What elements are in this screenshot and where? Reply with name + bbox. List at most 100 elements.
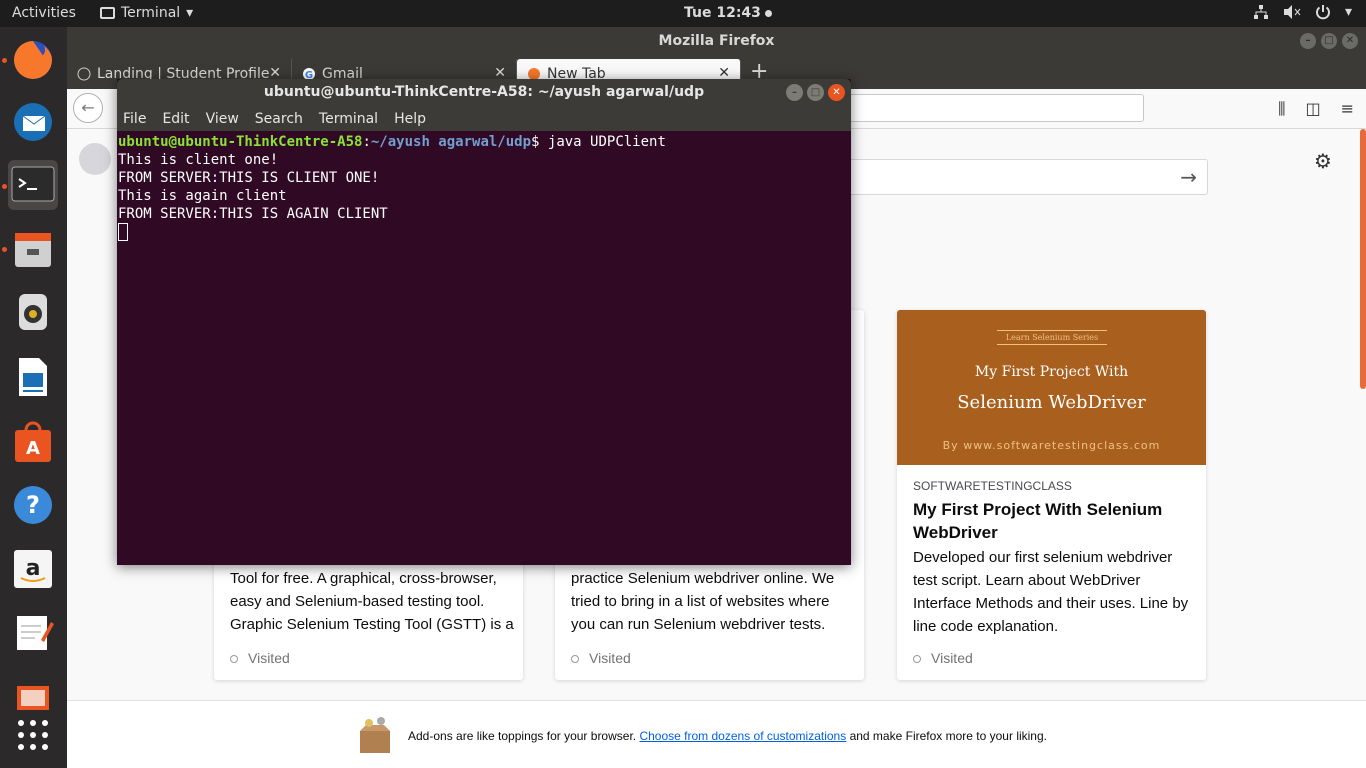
terminal-icon bbox=[11, 166, 55, 202]
menu-file[interactable]: File bbox=[123, 111, 146, 127]
app-menu[interactable]: Terminal ▾ bbox=[100, 5, 193, 21]
svg-text:a: a bbox=[26, 556, 41, 581]
visited-text: Visited bbox=[248, 650, 290, 666]
highlight-card[interactable]: Learn Selenium Series My First Project W… bbox=[897, 310, 1206, 680]
help-launcher[interactable]: ? bbox=[8, 480, 58, 530]
menu-edit[interactable]: Edit bbox=[162, 111, 189, 127]
hamburger-menu-icon[interactable]: ≡ bbox=[1341, 99, 1354, 119]
window-controls: – □ ✕ bbox=[786, 84, 845, 101]
prompt-command: $ java UDPClient bbox=[531, 134, 666, 150]
prompt-path: ~/ayush agarwal/udp bbox=[370, 134, 532, 150]
sidebar-icon[interactable]: ◫ bbox=[1305, 99, 1320, 119]
visited-text: Visited bbox=[589, 650, 631, 666]
rhythmbox-icon bbox=[19, 294, 47, 330]
rhythmbox-launcher[interactable] bbox=[8, 287, 58, 337]
running-indicator-icon bbox=[2, 58, 7, 63]
visited-label: Visited bbox=[571, 650, 631, 666]
card-title: My First Project With Selenium WebDriver bbox=[913, 500, 1163, 542]
running-indicator-icon bbox=[2, 247, 7, 252]
card-source: SOFTWARETESTINGCLASS bbox=[913, 479, 1072, 493]
minimize-icon[interactable]: – bbox=[1300, 33, 1316, 49]
scrollbar[interactable] bbox=[1360, 129, 1366, 389]
close-icon[interactable]: ✕ bbox=[828, 84, 845, 101]
menu-terminal[interactable]: Terminal bbox=[319, 111, 378, 127]
visited-icon bbox=[571, 655, 579, 663]
chevron-down-icon: ▾ bbox=[186, 5, 194, 21]
footer-text-after: and make Firefox more to your liking. bbox=[849, 729, 1047, 743]
window-controls: – □ ✕ bbox=[1300, 33, 1358, 49]
card-description: Tool for free. A graphical, cross-browse… bbox=[230, 570, 514, 633]
output-line: This is again client bbox=[118, 188, 287, 204]
toolbar-icons: ⫼ ◫ ≡ bbox=[1278, 99, 1354, 119]
menu-view[interactable]: View bbox=[206, 111, 239, 127]
card-description: Developed our first selenium webdriver t… bbox=[913, 549, 1189, 635]
terminal-launcher[interactable] bbox=[8, 160, 58, 210]
cursor-line bbox=[118, 223, 846, 241]
addons-box-icon bbox=[360, 717, 390, 753]
url-bar[interactable] bbox=[847, 94, 1144, 122]
firefox-icon bbox=[14, 41, 52, 79]
document-viewer-icon bbox=[17, 686, 49, 710]
window-title: Mozilla Firefox bbox=[658, 33, 775, 49]
terminal-titlebar[interactable]: ubuntu@ubuntu-ThinkCentre-A58: ~/ayush a… bbox=[117, 79, 851, 106]
terminal-output[interactable]: ubuntu@ubuntu-ThinkCentre-A58:~/ayush ag… bbox=[118, 133, 846, 241]
thumb-line-2: Selenium WebDriver bbox=[957, 392, 1146, 413]
prompt-line: ubuntu@ubuntu-ThinkCentre-A58:~/ayush ag… bbox=[118, 133, 846, 151]
writer-launcher[interactable] bbox=[8, 352, 58, 402]
visited-label: Visited bbox=[913, 650, 973, 666]
files-icon bbox=[15, 233, 51, 267]
activities-button[interactable]: Activities bbox=[12, 5, 76, 21]
customizations-link[interactable]: Choose from dozens of customizations bbox=[639, 729, 846, 743]
libreoffice-writer-icon bbox=[19, 358, 47, 396]
output-line: FROM SERVER:THIS IS CLIENT ONE! bbox=[118, 170, 380, 186]
addons-footer: Add-ons are like toppings for your brows… bbox=[67, 700, 1366, 768]
minimize-icon[interactable]: – bbox=[786, 84, 803, 101]
terminal-window[interactable]: ubuntu@ubuntu-ThinkCentre-A58: ~/ayush a… bbox=[117, 79, 851, 565]
output-line: This is client one! bbox=[118, 152, 279, 168]
amazon-launcher[interactable]: a bbox=[8, 544, 58, 594]
maximize-icon[interactable]: □ bbox=[807, 84, 824, 101]
terminal-app-icon bbox=[100, 7, 115, 19]
firefox-titlebar: Mozilla Firefox – □ ✕ bbox=[67, 27, 1366, 55]
network-icon bbox=[1253, 5, 1268, 19]
thumb-line-1: My First Project With bbox=[974, 364, 1129, 380]
files-launcher[interactable] bbox=[8, 224, 58, 274]
svg-text:A: A bbox=[26, 438, 40, 459]
gear-icon[interactable]: ⚙ bbox=[1314, 149, 1332, 173]
output-line: FROM SERVER:THIS IS AGAIN CLIENT bbox=[118, 206, 388, 222]
text-cursor bbox=[118, 223, 128, 241]
close-icon[interactable]: ✕ bbox=[1342, 33, 1358, 49]
menu-help[interactable]: Help bbox=[394, 111, 426, 127]
thunderbird-launcher[interactable] bbox=[8, 97, 58, 147]
arrow-right-icon[interactable]: → bbox=[1180, 165, 1197, 189]
thumb-line-3: By www.softwaretestingclass.com bbox=[942, 439, 1161, 452]
thunderbird-icon bbox=[14, 103, 52, 141]
text-editor-launcher[interactable] bbox=[8, 607, 58, 657]
firefox-launcher[interactable] bbox=[8, 35, 58, 85]
search-input[interactable]: → bbox=[847, 159, 1208, 195]
menu-search[interactable]: Search bbox=[255, 111, 303, 127]
help-icon: ? bbox=[14, 486, 52, 524]
notification-dot-icon bbox=[764, 9, 772, 17]
show-apps-button[interactable] bbox=[8, 710, 58, 760]
running-indicator-icon bbox=[2, 184, 7, 189]
top-panel: Activities Terminal ▾ Tue 12:43 ▾ bbox=[0, 0, 1366, 27]
footer-text-before: Add-ons are like toppings for your brows… bbox=[408, 729, 637, 743]
show-apps-icon bbox=[18, 720, 48, 750]
app-menu-label: Terminal bbox=[121, 5, 181, 21]
library-icon[interactable]: ⫼ bbox=[1278, 99, 1285, 119]
software-launcher[interactable]: A bbox=[8, 417, 58, 467]
clock[interactable]: Tue 12:43 bbox=[684, 5, 772, 21]
back-arrow-icon[interactable]: ← bbox=[73, 93, 103, 123]
terminal-title: ubuntu@ubuntu-ThinkCentre-A58: ~/ayush a… bbox=[263, 84, 705, 100]
visited-icon bbox=[230, 655, 238, 663]
svg-text:?: ? bbox=[26, 491, 40, 519]
amazon-icon: a bbox=[14, 550, 52, 588]
clock-label: Tue 12:43 bbox=[684, 5, 761, 21]
dock: A ? a bbox=[0, 27, 67, 768]
maximize-icon[interactable]: □ bbox=[1321, 33, 1337, 49]
thumb-series-label: Learn Selenium Series bbox=[997, 330, 1107, 345]
chevron-down-icon: ▾ bbox=[1344, 4, 1352, 20]
visited-icon bbox=[913, 655, 921, 663]
system-tray[interactable]: ▾ bbox=[1253, 4, 1352, 20]
